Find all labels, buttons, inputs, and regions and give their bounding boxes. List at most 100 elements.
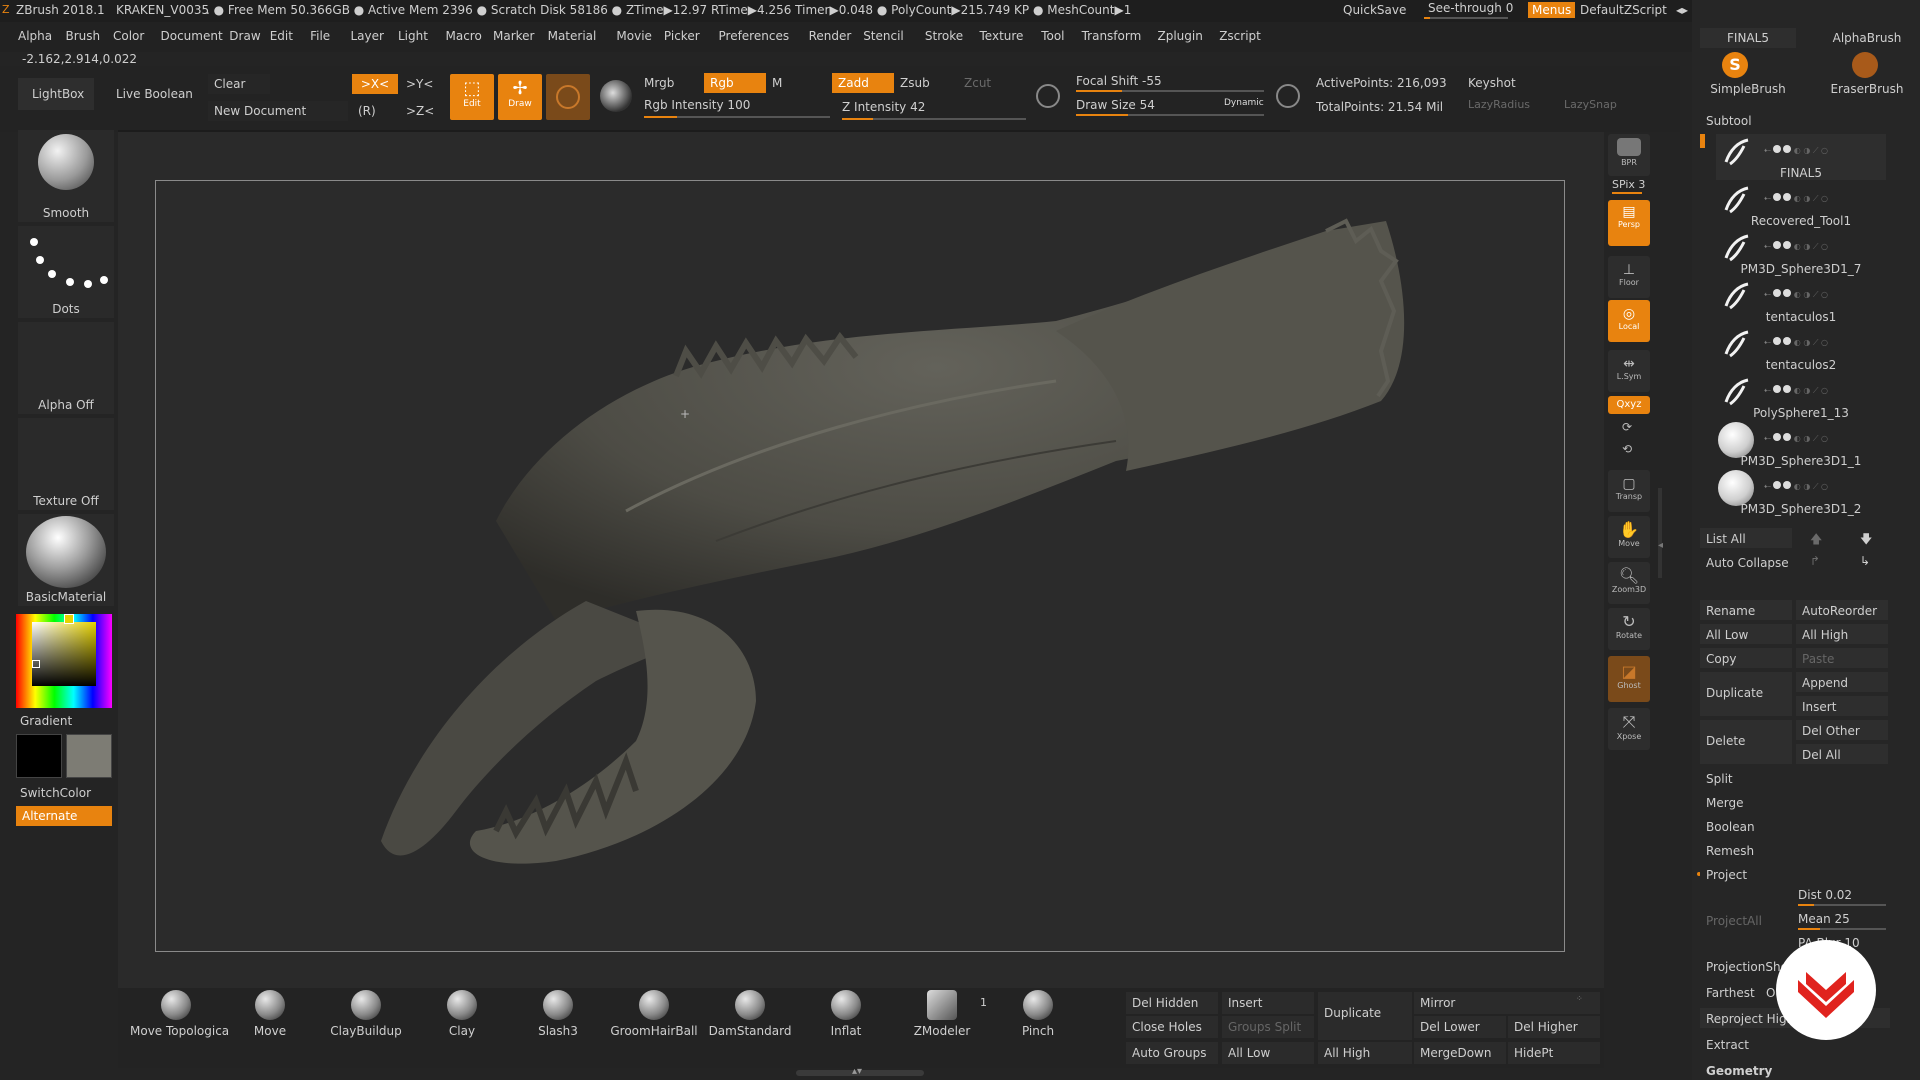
m-button[interactable]: M — [772, 76, 782, 90]
delete-button[interactable]: Delete — [1700, 720, 1792, 764]
texture-tile[interactable]: Texture Off — [18, 418, 114, 510]
menu-file[interactable]: File — [310, 29, 330, 43]
move-down-icon[interactable]: 🡇 — [1860, 530, 1872, 551]
seethrough-slider[interactable]: See-through 0 — [1428, 1, 1513, 15]
color-marker[interactable] — [32, 660, 40, 668]
secondary-color-swatch[interactable] — [66, 734, 112, 778]
brush-slash3[interactable]: Slash3 — [512, 990, 604, 1042]
close-holes-button[interactable]: Close Holes — [1126, 1016, 1218, 1038]
del-hidden-button[interactable]: Del Hidden — [1126, 992, 1218, 1014]
tray-collapse-icon[interactable]: ◂ — [1658, 540, 1663, 551]
subtool-insert-button[interactable]: Insert — [1796, 696, 1888, 716]
mirror-button[interactable]: Mirror — [1414, 992, 1600, 1014]
duplicate-button[interactable]: Duplicate — [1318, 992, 1412, 1040]
live-boolean-button[interactable]: Live Boolean — [116, 87, 193, 101]
brush-zmodeler[interactable]: ZModeler — [896, 990, 988, 1042]
insert-button[interactable]: Insert — [1222, 992, 1314, 1014]
rgb-intensity-slider[interactable]: Rgb Intensity 100 — [644, 98, 750, 112]
new-document-button[interactable]: New Document — [208, 101, 348, 121]
menu-edit[interactable]: Edit — [270, 29, 293, 43]
subtool-header[interactable]: Subtool — [1706, 114, 1752, 128]
brush-tile-smooth[interactable]: Smooth — [18, 130, 114, 222]
brush-pinch[interactable]: Pinch — [992, 990, 1084, 1042]
eraser-brush-tool[interactable]: EraserBrush — [1822, 82, 1912, 96]
move-up-icon[interactable]: 🡅 — [1810, 530, 1822, 551]
color-picker[interactable] — [16, 614, 112, 708]
clear-button[interactable]: Clear — [208, 74, 270, 94]
auto-groups-button[interactable]: Auto Groups — [1126, 1042, 1218, 1064]
merge-down-button[interactable]: MergeDown — [1414, 1042, 1506, 1064]
ghost-button[interactable]: ◪ Ghost — [1608, 656, 1650, 702]
geometry-section[interactable]: Geometry — [1700, 1062, 1890, 1080]
subtool-visibility-toggles[interactable]: ⇠ ◐ ◑ ⟋ ○ — [1764, 474, 1884, 491]
subtool-duplicate-button[interactable]: Duplicate — [1700, 672, 1792, 716]
lazy-radius-slider[interactable]: LazyRadius — [1468, 98, 1530, 111]
merge-section[interactable]: Merge — [1700, 792, 1890, 812]
alternate-button[interactable]: Alternate — [16, 806, 112, 826]
floating-app-badge[interactable] — [1776, 940, 1876, 1040]
subtool-visibility-toggles[interactable]: ⇠ ◐ ◑ ⟋ ○ — [1764, 234, 1884, 251]
spix-slider[interactable]: SPix 3 — [1612, 178, 1645, 191]
right-tray-scrollbar[interactable] — [1658, 488, 1662, 578]
menu-material[interactable]: Material — [548, 29, 597, 43]
floor-button[interactable]: ⊥ Floor — [1608, 256, 1650, 298]
subtool-item[interactable]: ⇠ ◐ ◑ ⟋ ○ FINAL5 — [1716, 134, 1886, 180]
brush-claybuildup[interactable]: ClayBuildup — [320, 990, 412, 1042]
menu-draw[interactable]: Draw — [229, 29, 260, 43]
subtool-item[interactable]: ⇠ ◐ ◑ ⟋ ○ PM3D_Sphere3D1_1 — [1716, 422, 1886, 468]
rotate-view-button[interactable]: ↻ Rotate — [1608, 608, 1650, 650]
brush-inflat[interactable]: Inflat — [800, 990, 892, 1042]
dist-slider[interactable]: Dist 0.02 — [1798, 888, 1852, 902]
subtool-visibility-toggles[interactable]: ⇠ ◐ ◑ ⟋ ○ — [1764, 426, 1884, 443]
symmetry-z-button[interactable]: >Z< — [406, 104, 434, 118]
hide-pt-button[interactable]: HidePt — [1508, 1042, 1600, 1064]
arrange-down-icon[interactable]: ↳ — [1860, 554, 1870, 568]
shelf-options-icon[interactable]: ⁘ — [1576, 994, 1583, 1003]
all-low-button[interactable]: All Low — [1222, 1042, 1314, 1064]
default-zscript-button[interactable]: DefaultZScript — [1580, 3, 1667, 17]
menu-zscript[interactable]: Zscript — [1219, 29, 1261, 43]
del-other-button[interactable]: Del Other — [1796, 720, 1888, 740]
zadd-button[interactable]: Zadd — [832, 73, 894, 93]
zsub-button[interactable]: Zsub — [900, 76, 930, 90]
auto-collapse-button[interactable]: Auto Collapse — [1700, 552, 1792, 572]
draw-mode-button[interactable]: ✢ Draw — [498, 74, 542, 120]
focal-shift-slider[interactable]: Focal Shift -55 — [1076, 74, 1162, 88]
material-sphere-icon[interactable] — [600, 80, 632, 112]
menu-texture[interactable]: Texture — [980, 29, 1024, 43]
subtool-item[interactable]: ⇠ ◐ ◑ ⟋ ○ PM3D_Sphere3D1_7 — [1716, 230, 1886, 276]
menu-marker[interactable]: Marker — [493, 29, 534, 43]
brush-move-topologica[interactable]: Move Topologica — [130, 990, 229, 1042]
menu-alpha[interactable]: Alpha — [18, 29, 52, 43]
lsym-button[interactable]: ⇹ L.Sym — [1608, 350, 1650, 392]
subtool-item[interactable]: ⇠ ◐ ◑ ⟋ ○ Recovered_Tool1 — [1716, 182, 1886, 228]
menu-transform[interactable]: Transform — [1082, 29, 1142, 43]
menu-render[interactable]: Render — [809, 29, 852, 43]
subtool-all-high-button[interactable]: All High — [1796, 624, 1888, 644]
menu-movie[interactable]: Movie — [616, 29, 652, 43]
stroke-tile-dots[interactable]: Dots — [18, 226, 114, 318]
zoom3d-button[interactable]: 🔍︎ Zoom3D — [1608, 562, 1650, 604]
remesh-section[interactable]: Remesh — [1700, 840, 1890, 860]
split-section[interactable]: Split — [1700, 768, 1890, 788]
rgb-button[interactable]: Rgb — [704, 73, 766, 93]
move-mode-button[interactable] — [546, 74, 590, 120]
main-color-swatch[interactable] — [16, 734, 62, 778]
document-canvas[interactable]: + — [155, 180, 1565, 952]
groups-split-button[interactable]: Groups Split — [1222, 1016, 1314, 1038]
dynamic-toggle[interactable]: Dynamic — [1224, 98, 1264, 108]
y-rotate-icon[interactable]: ⟳ — [1622, 420, 1632, 434]
menus-toggle[interactable]: Menus — [1528, 2, 1576, 18]
subtool-visibility-toggles[interactable]: ⇠ ◐ ◑ ⟋ ○ — [1764, 138, 1884, 155]
menu-macro[interactable]: Macro — [446, 29, 482, 43]
auto-reorder-button[interactable]: AutoReorder — [1796, 600, 1888, 620]
xpose-button[interactable]: ⤧ Xpose — [1608, 708, 1650, 750]
brush-move[interactable]: Move — [224, 990, 316, 1042]
subtool-visibility-toggles[interactable]: ⇠ ◐ ◑ ⟋ ○ — [1764, 378, 1884, 395]
menu-brush[interactable]: Brush — [66, 29, 101, 43]
brush-clay[interactable]: Clay — [416, 990, 508, 1042]
project-section[interactable]: Project — [1700, 864, 1890, 884]
rename-button[interactable]: Rename — [1700, 600, 1792, 620]
simple-brush-tool[interactable]: SimpleBrush — [1700, 82, 1796, 96]
all-high-button[interactable]: All High — [1318, 1042, 1412, 1064]
